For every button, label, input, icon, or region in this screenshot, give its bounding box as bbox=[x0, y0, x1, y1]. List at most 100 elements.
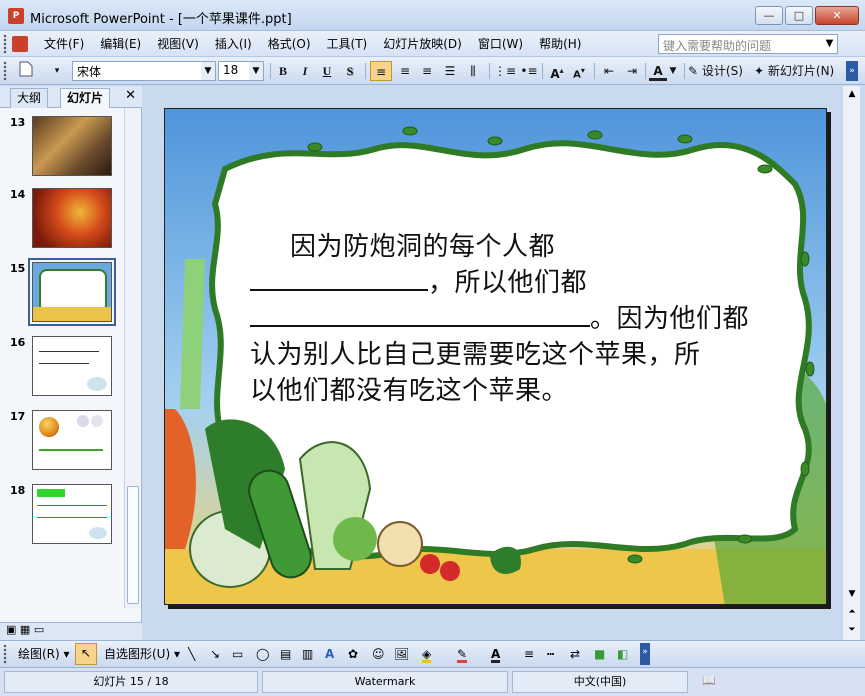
menu-tools[interactable]: 工具(T) bbox=[319, 36, 376, 52]
thumb-ground bbox=[33, 307, 111, 321]
slides-pane-scrollbar[interactable] bbox=[124, 108, 140, 608]
chevron-down-icon[interactable]: ▼ bbox=[201, 62, 215, 80]
wordart-icon[interactable]: A bbox=[325, 645, 334, 663]
draw-menu-button[interactable]: 绘图(R) ▾ bbox=[18, 645, 70, 663]
slide-thumbnail[interactable] bbox=[32, 188, 112, 248]
vertical-textbox-icon[interactable]: ▥ bbox=[302, 645, 313, 663]
underline-button[interactable]: U bbox=[318, 61, 336, 81]
align-left-icon[interactable]: ≡ bbox=[370, 61, 392, 81]
thumb-heading bbox=[37, 489, 65, 497]
toolbar-overflow-icon[interactable]: » bbox=[846, 61, 858, 81]
spelling-check-icon[interactable]: 📖 bbox=[692, 671, 726, 693]
next-slide-icon[interactable]: ⏷ bbox=[843, 622, 861, 638]
bold-button[interactable]: B bbox=[274, 61, 292, 81]
increase-font-icon[interactable]: A▴ bbox=[546, 61, 568, 81]
toolbar-grip[interactable] bbox=[3, 61, 7, 81]
fill-in-blank bbox=[250, 265, 428, 291]
menu-file[interactable]: 文件(F) bbox=[36, 36, 92, 52]
fill-color-icon[interactable]: ◈ bbox=[422, 645, 432, 663]
italic-button[interactable]: I bbox=[296, 61, 314, 81]
menubar-grip[interactable] bbox=[3, 34, 7, 54]
menu-help[interactable]: 帮助(H) bbox=[531, 36, 589, 52]
menu-format[interactable]: 格式(O) bbox=[260, 36, 319, 52]
text-line: 因为防炮洞的每个人都 bbox=[250, 229, 775, 265]
shadow-style-icon[interactable]: ■ bbox=[594, 645, 605, 663]
new-slide-button[interactable]: ✦ 新幻灯片(N) bbox=[754, 61, 842, 81]
powerpoint-app-icon[interactable]: P bbox=[8, 8, 24, 24]
slide-vertical-scrollbar[interactable]: ▲ ▼ ⏶ ⏷ bbox=[842, 86, 860, 640]
line-tool-icon[interactable]: ╲ bbox=[188, 645, 195, 663]
chevron-down-icon[interactable]: ▼ bbox=[668, 61, 678, 81]
new-document-icon[interactable] bbox=[14, 61, 38, 81]
menu-slideshow[interactable]: 幻灯片放映(D) bbox=[375, 36, 470, 52]
close-button[interactable]: ✕ bbox=[815, 6, 859, 25]
scrollbar-thumb[interactable] bbox=[127, 486, 139, 604]
slides-pane: 大纲 幻灯片 ✕ 13 14 15 16 17 18 ▣ ▦ ▭ bbox=[0, 86, 142, 640]
slide-thumbnail[interactable] bbox=[32, 410, 112, 470]
diagram-icon[interactable]: ✿ bbox=[348, 645, 358, 663]
menu-edit[interactable]: 编辑(E) bbox=[92, 36, 149, 52]
menu-view[interactable]: 视图(V) bbox=[149, 36, 207, 52]
autoshapes-button[interactable]: 自选图形(U) ▾ bbox=[104, 645, 180, 663]
dash-style-icon[interactable]: ┅ bbox=[547, 645, 554, 663]
textbox-tool-icon[interactable]: ▤ bbox=[280, 645, 291, 663]
slide-number: 15 bbox=[10, 262, 26, 275]
design-button[interactable]: ✎ 设计(S) bbox=[688, 61, 750, 81]
tab-slides[interactable]: 幻灯片 bbox=[60, 88, 111, 108]
maximize-button[interactable]: □ bbox=[785, 6, 813, 25]
align-right-icon[interactable]: ≡ bbox=[416, 61, 438, 81]
menu-window[interactable]: 窗口(W) bbox=[470, 36, 531, 52]
chevron-down-icon[interactable]: ▼ bbox=[249, 62, 263, 80]
menu-insert[interactable]: 插入(I) bbox=[207, 36, 260, 52]
text-line-3: 。因为他们都 bbox=[590, 304, 750, 334]
slide-thumbnail-selected[interactable] bbox=[28, 258, 116, 326]
numbered-list-icon[interactable]: ⋮≡ bbox=[494, 61, 516, 81]
increase-indent-icon[interactable]: ⇥ bbox=[621, 61, 643, 81]
menu-items: 文件(F) 编辑(E) 视图(V) 插入(I) 格式(O) 工具(T) 幻灯片放… bbox=[36, 36, 589, 52]
minimize-button[interactable]: — bbox=[755, 6, 783, 25]
font-color-icon[interactable]: A bbox=[491, 645, 501, 663]
scroll-up-icon[interactable]: ▲ bbox=[843, 86, 861, 102]
arrow-style-icon[interactable]: ⇄ bbox=[570, 645, 580, 663]
close-icon[interactable]: ✕ bbox=[125, 88, 136, 103]
arrow-tool-icon[interactable]: ↘ bbox=[210, 645, 220, 663]
scroll-down-icon[interactable]: ▼ bbox=[843, 586, 861, 602]
line-color-icon[interactable]: ✎ bbox=[457, 645, 468, 663]
drawbar-grip[interactable] bbox=[3, 644, 7, 664]
clipart-icon[interactable]: ☺ bbox=[372, 645, 385, 663]
separator bbox=[489, 63, 490, 79]
current-slide[interactable]: 因为防炮洞的每个人都 ，所以他们都 。因为他们都 认为别人比自己更需要吃这个苹果… bbox=[164, 108, 827, 605]
view-buttons: ▣ ▦ ▭ bbox=[0, 622, 142, 640]
tab-outline[interactable]: 大纲 bbox=[10, 88, 49, 108]
shadow-button[interactable]: S bbox=[341, 61, 359, 81]
normal-view-icon[interactable]: ▣ bbox=[6, 623, 16, 636]
bullet-list-icon[interactable]: •≡ bbox=[518, 61, 540, 81]
justify-icon[interactable]: ☰ bbox=[439, 61, 461, 81]
help-search-input[interactable]: 键入需要帮助的问题 bbox=[658, 34, 838, 54]
select-pointer-icon[interactable]: ↖ bbox=[75, 643, 97, 665]
previous-slide-icon[interactable]: ⏶ bbox=[843, 604, 861, 620]
slide-thumbnail[interactable] bbox=[32, 336, 112, 396]
slide-thumbnail[interactable] bbox=[32, 116, 112, 176]
decrease-font-icon[interactable]: A▾ bbox=[568, 61, 590, 81]
help-dropdown-icon[interactable]: ▼ bbox=[821, 34, 838, 54]
slide-sorter-icon[interactable]: ▦ bbox=[20, 623, 30, 636]
font-name-select[interactable]: 宋体 ▼ bbox=[72, 61, 216, 81]
slideshow-view-icon[interactable]: ▭ bbox=[34, 623, 44, 636]
font-size-select[interactable]: 18 ▼ bbox=[218, 61, 264, 81]
font-color-icon[interactable]: A bbox=[649, 61, 667, 81]
3d-style-icon[interactable]: ◧ bbox=[617, 645, 628, 663]
slide-body-text[interactable]: 因为防炮洞的每个人都 ，所以他们都 。因为他们都 认为别人比自己更需要吃这个苹果… bbox=[250, 229, 775, 409]
align-center-icon[interactable]: ≡ bbox=[394, 61, 416, 81]
status-bar: 幻灯片 15 / 18 Watermark 中文(中国) 📖 bbox=[0, 667, 865, 696]
line-style-icon[interactable]: ≡ bbox=[524, 645, 534, 663]
oval-tool-icon[interactable]: ◯ bbox=[256, 645, 269, 663]
picture-icon[interactable]: 🖼 bbox=[394, 645, 409, 663]
toolbar-overflow-icon[interactable]: » bbox=[640, 643, 650, 665]
text-direction-icon[interactable]: ⫼ bbox=[462, 61, 484, 81]
document-icon[interactable] bbox=[12, 36, 28, 52]
slide-thumbnail[interactable] bbox=[32, 484, 112, 544]
decrease-indent-icon[interactable]: ⇤ bbox=[598, 61, 620, 81]
toolbar-options-icon[interactable]: ▾ bbox=[52, 61, 62, 81]
rectangle-tool-icon[interactable]: ▭ bbox=[232, 645, 243, 663]
